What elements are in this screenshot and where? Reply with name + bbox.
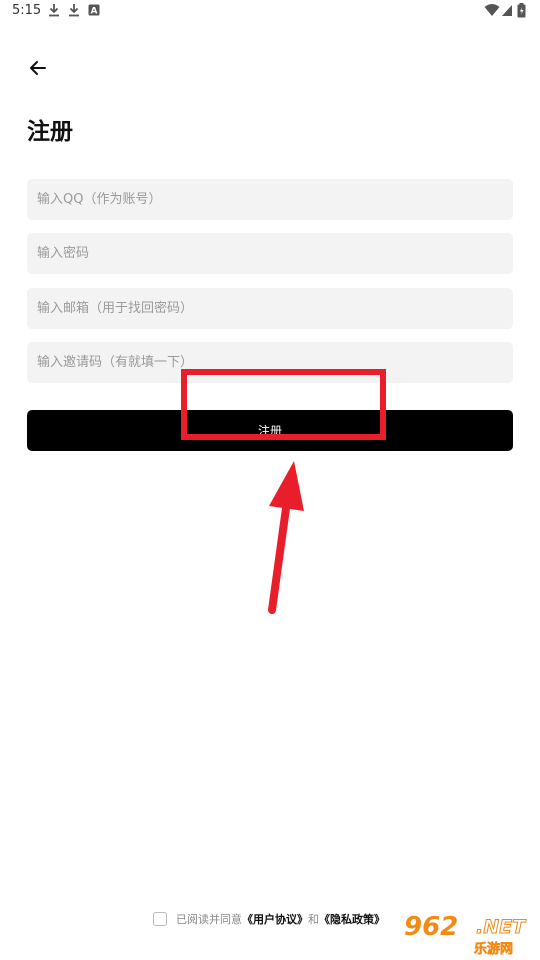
user-agreement-link[interactable]: 《用户协议》 xyxy=(242,911,308,927)
agreement-conjunction: 和 xyxy=(308,913,319,926)
email-input[interactable] xyxy=(27,288,513,329)
download-icon xyxy=(69,4,79,17)
password-input[interactable] xyxy=(27,233,513,274)
agreement-row: 已阅读并同意 《用户协议》 和 《隐私政策》 xyxy=(153,909,385,929)
back-button[interactable] xyxy=(24,54,52,82)
watermark-number: 962 xyxy=(404,912,459,942)
status-time: 5:15 xyxy=(12,3,42,18)
agreement-checkbox[interactable] xyxy=(153,912,167,926)
download-icon xyxy=(49,4,59,17)
battery-icon xyxy=(517,3,526,18)
agreement-prefix: 已阅读并同意 xyxy=(176,913,242,926)
watermark-logo: 962 .NET 乐游网 xyxy=(402,912,532,958)
qq-account-input[interactable] xyxy=(27,179,513,220)
watermark-suffix: .NET xyxy=(475,916,526,939)
signal-icon xyxy=(502,5,512,16)
arrow-left-icon xyxy=(30,61,46,75)
privacy-policy-link[interactable]: 《隐私政策》 xyxy=(319,911,385,927)
annotation-highlight-box xyxy=(181,369,386,440)
watermark-site-name: 乐游网 xyxy=(474,942,514,958)
wifi-icon xyxy=(484,4,500,16)
a-square-icon: A xyxy=(88,4,100,17)
svg-text:A: A xyxy=(91,7,98,17)
annotation-arrow-icon xyxy=(268,461,304,614)
page-title: 注册 xyxy=(27,119,73,145)
status-bar: 5:15 A xyxy=(0,0,540,24)
